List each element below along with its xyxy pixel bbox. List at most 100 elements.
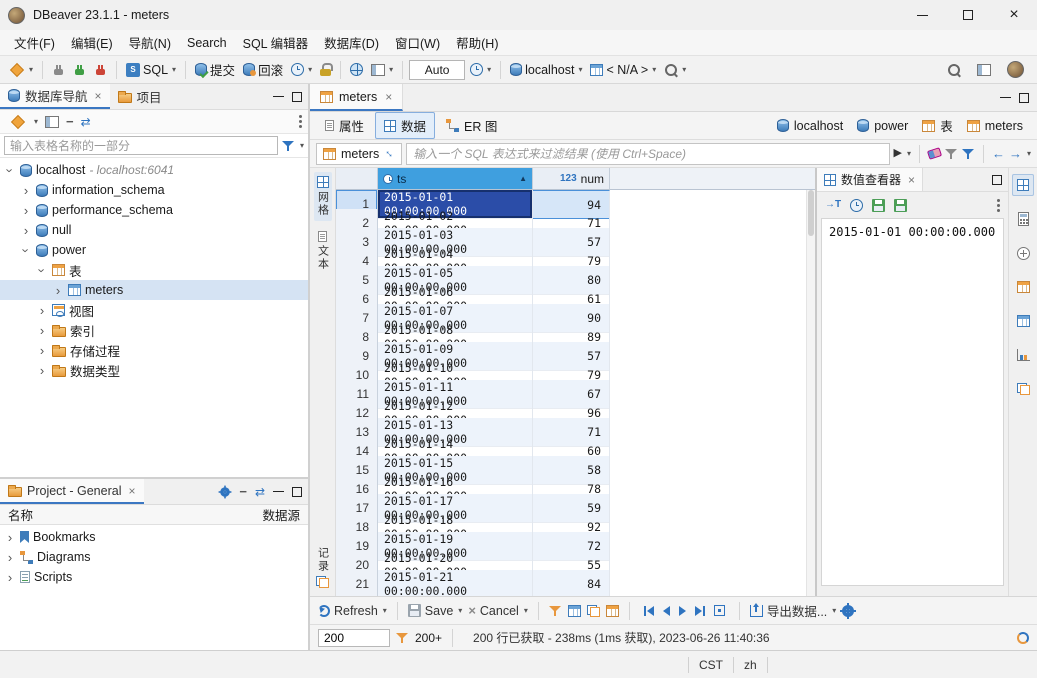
- tree-item-indexes[interactable]: › 索引: [0, 320, 308, 340]
- save-value-icon[interactable]: [872, 199, 885, 212]
- link-with-editor-icon[interactable]: ⇄: [81, 116, 91, 128]
- tab-projects[interactable]: 项目: [110, 84, 170, 109]
- transform-value-icon[interactable]: [825, 200, 841, 210]
- sql-editor-button[interactable]: SQL▾: [123, 61, 179, 79]
- tab-value-viewer[interactable]: 数值查看器 ×: [817, 168, 923, 191]
- panel-chart-icon[interactable]: [1012, 344, 1034, 366]
- chevron-icon[interactable]: ›: [36, 364, 48, 377]
- expand-icon[interactable]: ↔: [382, 146, 398, 162]
- chevron-icon[interactable]: ›: [36, 324, 48, 337]
- cancel-button[interactable]: ×Cancel▾: [468, 604, 528, 618]
- chevron-icon[interactable]: ›: [20, 204, 32, 217]
- tree-item-tables-folder[interactable]: › 表: [0, 260, 308, 280]
- fetch-page-icon[interactable]: [714, 605, 725, 616]
- maximize-button[interactable]: [945, 0, 991, 30]
- sort-icon[interactable]: [549, 605, 562, 617]
- close-icon[interactable]: ×: [95, 89, 102, 103]
- value-menu-icon[interactable]: [997, 199, 1000, 212]
- close-icon[interactable]: ×: [908, 173, 915, 187]
- quick-search-button[interactable]: [944, 61, 964, 79]
- close-icon[interactable]: ×: [385, 90, 392, 104]
- maximize-panel-icon[interactable]: [1019, 93, 1029, 103]
- row-number[interactable]: 21: [336, 570, 378, 596]
- panel-aggregate-icon[interactable]: [1012, 242, 1034, 264]
- fetch-more-button[interactable]: 200+: [415, 631, 442, 645]
- column-header-name[interactable]: 名称: [0, 505, 252, 524]
- first-row-button[interactable]: [644, 606, 654, 616]
- breadcrumb-connection[interactable]: localhost: [777, 119, 843, 133]
- disconnect-button[interactable]: [91, 61, 110, 79]
- new-window-icon[interactable]: [45, 116, 59, 128]
- close-button[interactable]: ×: [991, 0, 1037, 30]
- tree-item-views[interactable]: › 视图: [0, 300, 308, 320]
- chevron-icon[interactable]: ›: [36, 264, 49, 276]
- sort-asc-icon[interactable]: ▲: [519, 174, 527, 183]
- chevron-icon[interactable]: ›: [20, 224, 32, 237]
- chevron-down-icon[interactable]: ▾: [300, 141, 304, 150]
- dbeaver-home-button[interactable]: [1004, 59, 1027, 80]
- refresh-button[interactable]: Refresh▾: [318, 604, 387, 618]
- menu-sql-editor[interactable]: SQL 编辑器: [235, 29, 317, 56]
- filter-icon[interactable]: [962, 148, 975, 160]
- filter-history-forward-icon[interactable]: →: [1009, 147, 1022, 160]
- minimize-button[interactable]: [899, 0, 945, 30]
- filter-settings-icon[interactable]: [945, 148, 958, 160]
- tree-item-diagrams[interactable]: › Diagrams: [0, 547, 308, 567]
- network-button[interactable]: [347, 61, 366, 78]
- table-filter-input[interactable]: [4, 136, 278, 155]
- column-header-num[interactable]: 123 num: [533, 168, 610, 190]
- chevron-icon[interactable]: ›: [4, 164, 17, 176]
- gear-icon[interactable]: [221, 487, 231, 497]
- editor-tab-meters[interactable]: meters ×: [310, 84, 403, 111]
- delete-row-icon[interactable]: [606, 605, 619, 617]
- panel-grouping-icon[interactable]: [1012, 276, 1034, 298]
- menu-navigate[interactable]: 导航(N): [121, 29, 179, 56]
- tab-data[interactable]: 数据: [375, 112, 435, 139]
- fetch-size-input[interactable]: [318, 629, 390, 647]
- chevron-icon[interactable]: ›: [4, 571, 16, 584]
- chevron-icon[interactable]: ›: [4, 531, 16, 544]
- lock-button[interactable]: [317, 61, 334, 78]
- timezone-indicator[interactable]: CST: [689, 658, 733, 672]
- scrollbar-thumb[interactable]: [808, 190, 814, 236]
- tree-item-power[interactable]: › power: [0, 240, 308, 260]
- tab-project-general[interactable]: Project - General ×: [0, 479, 144, 504]
- chevron-icon[interactable]: ›: [4, 551, 16, 564]
- breadcrumb-database[interactable]: power: [857, 119, 908, 133]
- chevron-down-icon[interactable]: ▾: [34, 117, 38, 126]
- menu-search[interactable]: Search: [179, 32, 235, 54]
- auto-refresh-icon[interactable]: [1017, 632, 1029, 644]
- chevron-icon[interactable]: ›: [52, 284, 64, 297]
- datetime-format-icon[interactable]: [850, 199, 863, 212]
- tab-database-navigator[interactable]: 数据库导航 ×: [0, 84, 110, 109]
- new-connection-button[interactable]: ▾: [6, 61, 36, 79]
- presentation-grid-tab[interactable]: 网格: [314, 172, 332, 221]
- fetch-filter-icon[interactable]: [396, 632, 409, 644]
- transaction-mode-button[interactable]: ▾: [467, 61, 494, 78]
- commit-button[interactable]: 提交: [192, 58, 238, 81]
- clear-filter-icon[interactable]: [927, 147, 942, 160]
- chevron-down-icon[interactable]: ▾: [907, 149, 911, 158]
- tree-item-datatypes[interactable]: › 数据类型: [0, 360, 308, 380]
- duplicate-row-icon[interactable]: [587, 605, 600, 617]
- panel-references-icon[interactable]: [1012, 310, 1034, 332]
- language-indicator[interactable]: zh: [734, 658, 767, 672]
- active-database-select[interactable]: < N/A >▾: [587, 61, 659, 79]
- compare-button[interactable]: ▾: [368, 62, 396, 78]
- tree-item-procedures[interactable]: › 存储过程: [0, 340, 308, 360]
- chevron-icon[interactable]: ›: [36, 344, 48, 357]
- last-row-button[interactable]: [695, 606, 705, 616]
- tree-item-localhost[interactable]: › localhost - localhost:6041: [0, 160, 308, 180]
- view-menu-icon[interactable]: [299, 115, 302, 128]
- apply-filter-icon[interactable]: ▶: [894, 148, 902, 159]
- menu-help[interactable]: 帮助(H): [448, 29, 506, 56]
- grid-corner[interactable]: [336, 168, 378, 190]
- perspective-button[interactable]: [974, 62, 994, 78]
- auto-commit-select[interactable]: Auto: [409, 60, 465, 80]
- vertical-scrollbar[interactable]: [806, 190, 815, 596]
- result-settings-icon[interactable]: [842, 605, 854, 617]
- panel-value-viewer-icon[interactable]: [1012, 174, 1034, 196]
- tree-item-information-schema[interactable]: › information_schema: [0, 180, 308, 200]
- chevron-down-icon[interactable]: ▾: [1027, 149, 1031, 158]
- tab-properties[interactable]: 属性: [316, 112, 373, 139]
